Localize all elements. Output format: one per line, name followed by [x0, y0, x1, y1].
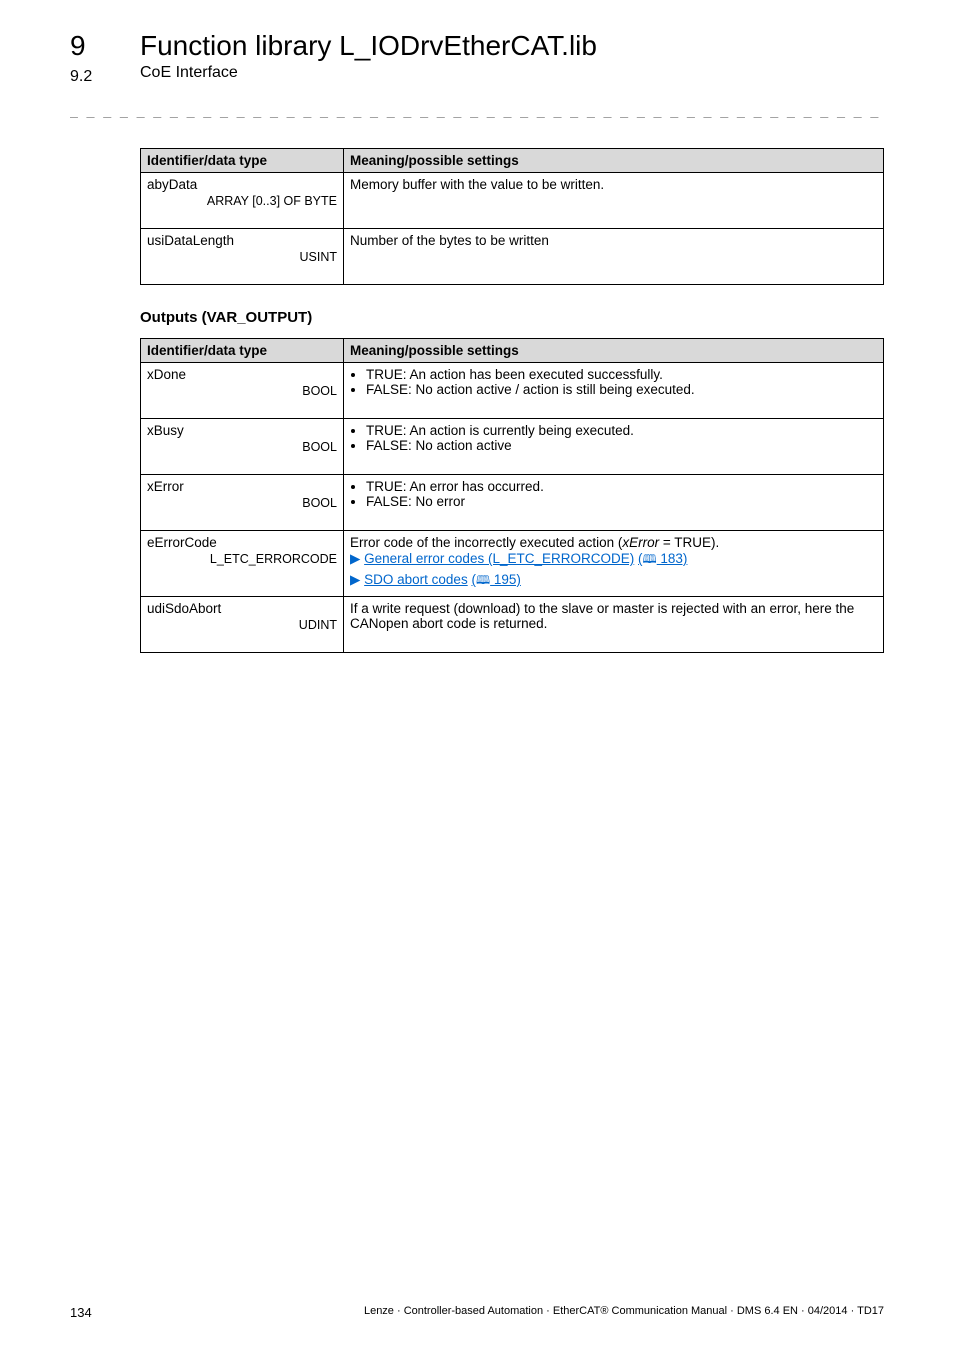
identifier: eErrorCode: [147, 535, 217, 550]
bullet: FALSE: No error: [366, 494, 877, 509]
table-row: xError BOOL TRUE: An error has occurred.…: [141, 475, 884, 531]
meaning-cell: Memory buffer with the value to be writt…: [344, 173, 884, 229]
identifier: abyData: [147, 177, 197, 192]
book-icon: 🕮: [476, 571, 490, 592]
bullet: FALSE: No action active: [366, 438, 877, 453]
inputs-continuation-table: Identifier/data type Meaning/possible se…: [140, 148, 884, 285]
bullet: TRUE: An action has been executed succes…: [366, 367, 877, 382]
bullet: FALSE: No action active / action is stil…: [366, 382, 877, 397]
footer-text: Lenze · Controller-based Automation · Et…: [364, 1305, 884, 1320]
table-header: Meaning/possible settings: [344, 149, 884, 173]
data-type: L_ETC_ERRORCODE: [147, 552, 337, 566]
data-type: BOOL: [147, 384, 337, 398]
book-icon: 🕮: [643, 550, 657, 571]
data-type: UDINT: [147, 618, 337, 632]
table-row: xBusy BOOL TRUE: An action is currently …: [141, 419, 884, 475]
sdo-abort-codes-link[interactable]: SDO abort codes: [364, 572, 468, 587]
table-header: Meaning/possible settings: [344, 339, 884, 363]
bullet: TRUE: An action is currently being execu…: [366, 423, 877, 438]
arrow-icon: ▶: [350, 572, 364, 587]
outputs-heading: Outputs (VAR_OUTPUT): [140, 309, 884, 326]
bullet: TRUE: An error has occurred.: [366, 479, 877, 494]
footer: 134 Lenze · Controller-based Automation …: [70, 1305, 884, 1320]
outputs-table: Identifier/data type Meaning/possible se…: [140, 338, 884, 653]
identifier: xDone: [147, 367, 186, 382]
meaning-cell: Number of the bytes to be written: [344, 229, 884, 285]
chapter-title: Function library L_IODrvEtherCAT.lib: [140, 30, 884, 62]
identifier: xBusy: [147, 423, 184, 438]
meaning-cell: If a write request (download) to the sla…: [344, 597, 884, 653]
data-type: BOOL: [147, 496, 337, 510]
table-header: Identifier/data type: [141, 339, 344, 363]
data-type: BOOL: [147, 440, 337, 454]
arrow-icon: ▶: [350, 551, 364, 566]
general-error-codes-link[interactable]: General error codes (L_ETC_ERRORCODE): [364, 551, 634, 566]
divider: _ _ _ _ _ _ _ _ _ _ _ _ _ _ _ _ _ _ _ _ …: [70, 102, 884, 118]
chapter-number: 9: [70, 30, 86, 62]
section-number: 9.2: [70, 68, 92, 86]
table-row: xDone BOOL TRUE: An action has been exec…: [141, 363, 884, 419]
error-line: Error code of the incorrectly executed a…: [350, 535, 877, 550]
identifier: udiSdoAbort: [147, 601, 221, 616]
data-type: USINT: [147, 250, 337, 264]
data-type: ARRAY [0..3] OF BYTE: [147, 194, 337, 208]
table-row: abyData ARRAY [0..3] OF BYTE Memory buff…: [141, 173, 884, 229]
table-row: usiDataLength USINT Number of the bytes …: [141, 229, 884, 285]
identifier: usiDataLength: [147, 233, 234, 248]
table-row: eErrorCode L_ETC_ERRORCODE Error code of…: [141, 531, 884, 597]
table-header: Identifier/data type: [141, 149, 344, 173]
identifier: xError: [147, 479, 184, 494]
page-number: 134: [70, 1305, 92, 1320]
section-title: CoE Interface: [140, 64, 884, 82]
table-row: udiSdoAbort UDINT If a write request (do…: [141, 597, 884, 653]
